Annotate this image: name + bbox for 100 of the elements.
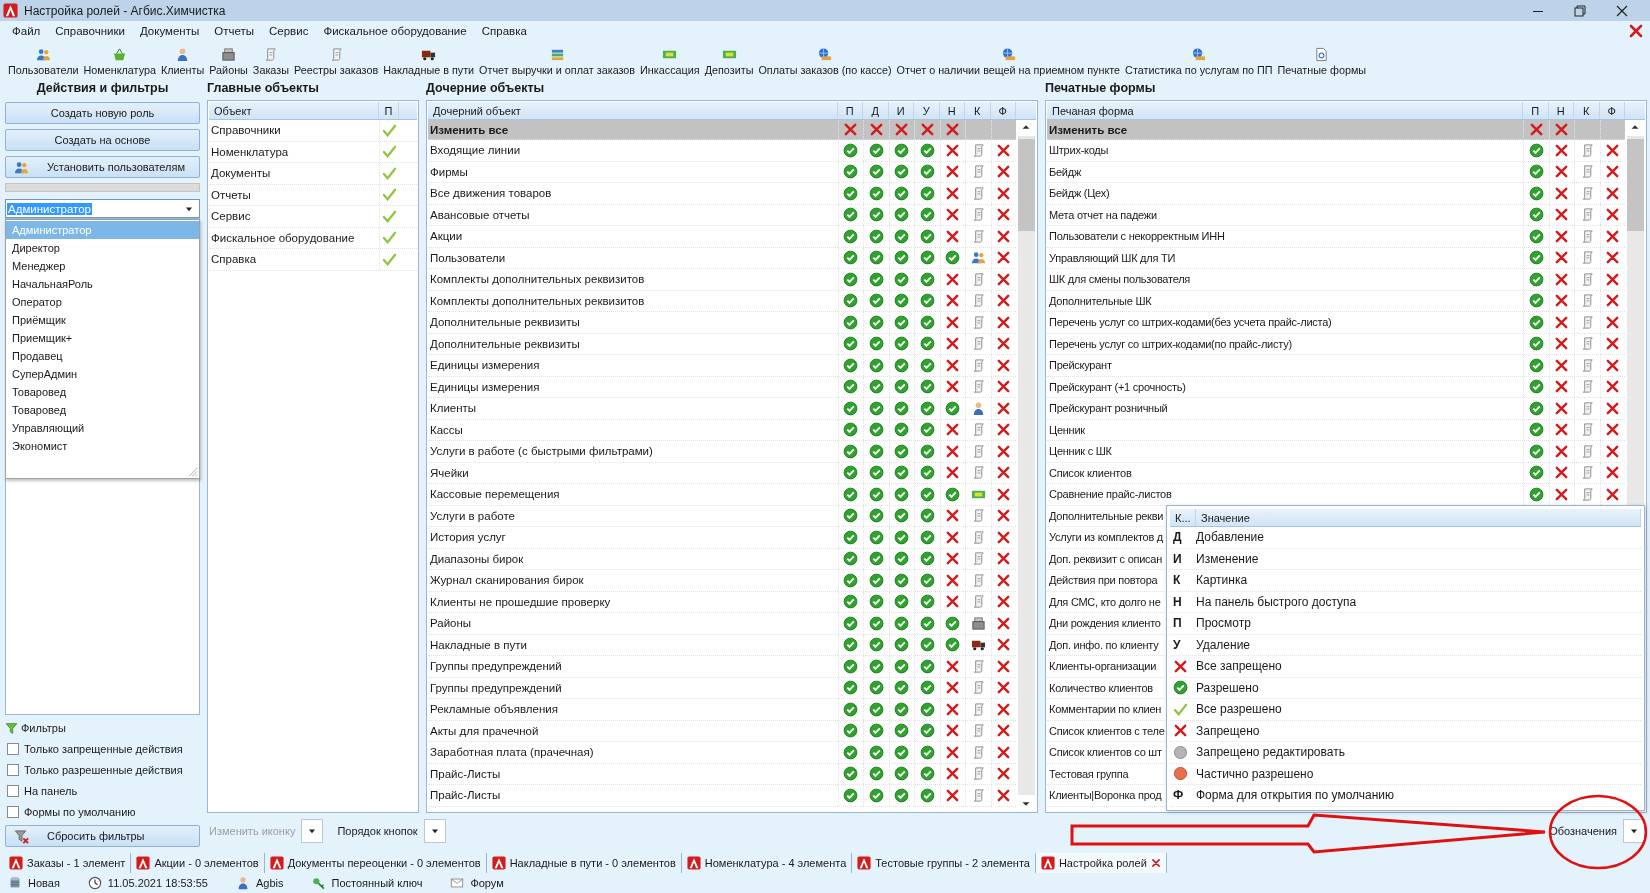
role-option[interactable]: Менеджер	[6, 257, 199, 275]
toolbar-button[interactable]: Номенклатура	[81, 47, 158, 76]
table-cell-text: Журнал сканирования бирок	[429, 574, 584, 587]
toolbar-button[interactable]: Районы	[207, 47, 250, 76]
globe-icon	[1191, 47, 1207, 62]
table-cell-text: Дополнительные ШК	[1048, 294, 1152, 307]
menu-item[interactable]: Файл	[12, 25, 41, 37]
role-option[interactable]: Товаровед	[6, 383, 199, 401]
table-cell-text: Дополнительные реквизиты	[429, 316, 580, 329]
reset-filters-button[interactable]: Сбросить фильтры	[5, 825, 200, 847]
legend-key: Н	[1170, 594, 1182, 609]
toolbar-button[interactable]: Пользователи	[6, 47, 81, 76]
checkbox[interactable]	[7, 785, 19, 797]
column-header: П	[379, 102, 399, 119]
toolbar-button[interactable]: Заказы	[250, 47, 291, 76]
table-cell-text: Клиенты|Воронка прод	[1048, 789, 1162, 802]
checkbox[interactable]	[7, 743, 19, 755]
table-cell-text: Прейскурант розничный	[1048, 402, 1168, 415]
checkbox[interactable]	[7, 806, 19, 818]
toolbar-button[interactable]: Печатные формы	[1275, 47, 1369, 76]
close-icon[interactable]	[1150, 858, 1161, 868]
column-header: Н	[939, 102, 965, 119]
checkbox-label: Формы по умолчанию	[24, 806, 136, 818]
change-all-row[interactable]: Изменить все	[428, 120, 1016, 140]
database-icon	[8, 876, 22, 890]
change-all-row[interactable]: Изменить все	[1047, 120, 1625, 140]
role-option[interactable]: Продавец	[6, 347, 199, 365]
role-option[interactable]: Директор	[6, 239, 199, 257]
table-cell-text: Авансовые отчеты	[429, 208, 530, 221]
role-option[interactable]: Экономист	[6, 437, 199, 455]
panel-title: Главные объекты	[207, 81, 320, 97]
restore-icon[interactable]	[1572, 2, 1588, 19]
table-cell-text: Для СМС, кто долго не	[1048, 595, 1161, 608]
toolbar-button[interactable]: Депозиты	[702, 47, 756, 76]
column-header: Дочерний объект	[428, 102, 838, 119]
basket-icon	[112, 47, 128, 62]
scroll-icon	[263, 47, 279, 62]
menu-item[interactable]: Справочники	[55, 25, 125, 37]
status-text: 11.05.2021 18:53:55	[107, 877, 208, 889]
dropdown-label-button[interactable]: Обозначения	[1547, 825, 1619, 837]
legend-value: На панель быстрого доступа	[1196, 594, 1357, 609]
legend-value: Запрещено	[1196, 723, 1260, 738]
table-cell-text: Перечень услуг со штрих-кодами(без усчета прайс-листа)	[1048, 316, 1332, 329]
dropdown-button[interactable]	[423, 819, 446, 843]
scroll-thumb[interactable]	[1017, 139, 1035, 231]
table-cell-text: Фискальное оборудование	[210, 231, 355, 244]
table-cell-text: Количество клиентов	[1048, 681, 1153, 694]
toolbar-button[interactable]: Отчет о наличии вещей на приемном пункте	[894, 47, 1123, 76]
column-header: И	[888, 102, 914, 119]
menu-item[interactable]: Отчеты	[214, 25, 254, 37]
legend-key: И	[1170, 551, 1182, 566]
table-cell-text: Список клиентов	[1048, 466, 1132, 479]
dropdown-label-button[interactable]: Порядок кнопок	[335, 825, 420, 837]
table-cell-text: Справочники	[210, 124, 281, 137]
table-cell-text: Комплекты дополнительных реквизитов	[429, 294, 645, 307]
close-icon[interactable]	[1628, 23, 1644, 39]
toolbar-button[interactable]: Оплаты заказов (по кассе)	[756, 47, 894, 76]
status-text: Форум	[470, 877, 504, 889]
legend-value: Изменение	[1196, 551, 1259, 566]
checkbox[interactable]	[7, 764, 19, 776]
table-cell-text: Ячейки	[429, 466, 469, 479]
role-option[interactable]: Приёмщик	[6, 311, 199, 329]
role-option[interactable]: Приемщик+	[6, 329, 199, 347]
column-header: Ф	[990, 102, 1016, 119]
toolbar-button[interactable]: Накладные в пути	[381, 47, 477, 76]
table-cell-text: История услуг	[429, 531, 506, 544]
column-header: Значение	[1196, 509, 1641, 526]
toolbar-button[interactable]: Отчет выручки и оплат заказов	[477, 47, 638, 76]
toolbar-button[interactable]: Клиенты	[158, 47, 207, 76]
table-cell-text: Номенклатура	[210, 145, 289, 158]
action-button[interactable]: Установить пользователям	[5, 156, 200, 178]
toolbar-button[interactable]: Реестры заказов	[291, 47, 381, 76]
dropdown-button[interactable]	[301, 819, 324, 843]
role-option[interactable]: СуперАдмин	[6, 365, 199, 383]
envelope-icon	[450, 876, 465, 890]
dropdown-button[interactable]	[1623, 819, 1645, 843]
document-icon	[1314, 47, 1330, 62]
role-option[interactable]: Товаровед	[6, 401, 199, 419]
role-option[interactable]: НачальнаяРоль	[6, 275, 199, 293]
toolbar-button[interactable]: Статистика по услугам по ПП	[1123, 47, 1275, 76]
table-cell-text: Дни рождения клиенто	[1048, 617, 1161, 630]
menu-item[interactable]: Справка	[481, 25, 527, 37]
toolbar-button[interactable]: Инкассация	[638, 47, 702, 76]
role-option[interactable]: Управляющий	[6, 419, 199, 437]
status-text: Постоянный ключ	[331, 877, 423, 889]
cross-icon	[1173, 658, 1188, 674]
menu-item[interactable]: Фискальное оборудование	[323, 25, 467, 37]
table-cell-text: Прайс-Листы	[429, 789, 501, 802]
scroll-thumb[interactable]	[1626, 139, 1644, 231]
table-cell-text: Единицы измерения	[429, 380, 540, 393]
table-cell-text: Доп. реквизит с описан	[1048, 552, 1163, 565]
action-button[interactable]: Создать на основе	[5, 129, 200, 151]
table-cell-text: Справка	[210, 253, 257, 266]
role-option[interactable]: Оператор	[6, 293, 199, 311]
document-tab[interactable]: Настройка ролей	[1035, 853, 1167, 873]
action-button[interactable]: Создать новую роль	[5, 102, 200, 124]
table-cell-text: Заработная плата (прачечная)	[429, 746, 594, 759]
table-cell-text: Комплекты дополнительных реквизитов	[429, 273, 645, 286]
menu-item[interactable]: Сервис	[269, 25, 309, 37]
menu-item[interactable]: Документы	[139, 25, 200, 37]
